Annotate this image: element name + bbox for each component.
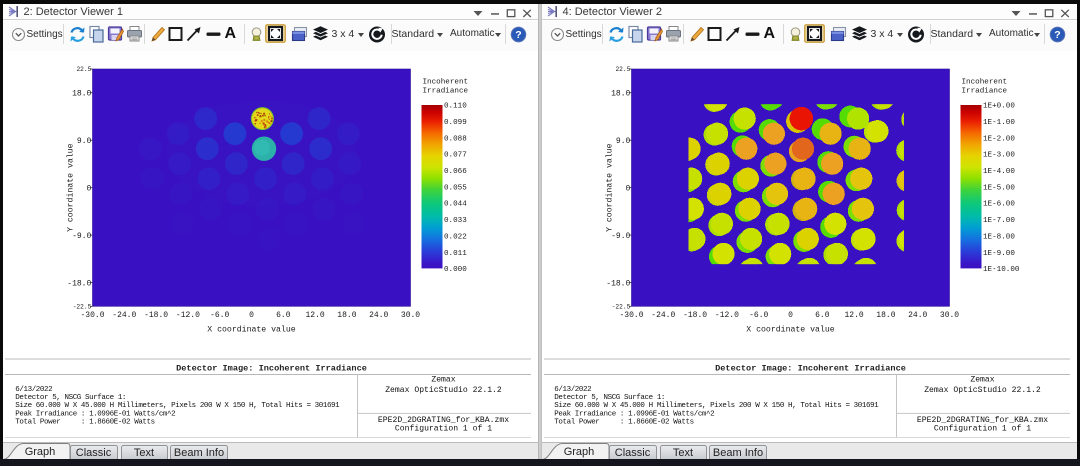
svg-text:Configuration 1 of 1: Configuration 1 of 1 bbox=[394, 424, 491, 433]
svg-text:0.033: 0.033 bbox=[444, 217, 467, 225]
svg-text:-30.0: -30.0 bbox=[80, 311, 104, 320]
svg-text:Graph: Graph bbox=[563, 446, 594, 458]
svg-text:-22.5: -22.5 bbox=[611, 304, 630, 311]
svg-text:0.000: 0.000 bbox=[444, 266, 467, 274]
svg-text:9.0: 9.0 bbox=[615, 137, 630, 146]
svg-text:Irradiance: Irradiance bbox=[961, 88, 1007, 96]
svg-text:6/13/2022: 6/13/2022 bbox=[554, 386, 591, 394]
svg-text:-12.0: -12.0 bbox=[175, 311, 199, 320]
svg-text:1E-7.00: 1E-7.00 bbox=[983, 217, 1015, 225]
svg-text:1E-6.00: 1E-6.00 bbox=[983, 201, 1015, 209]
svg-text:24.0: 24.0 bbox=[369, 311, 388, 320]
svg-text:Detector Image: Incoherent Irr: Detector Image: Incoherent Irradiance bbox=[176, 364, 367, 374]
svg-text:Y coordinate value: Y coordinate value bbox=[65, 143, 75, 232]
svg-text:0: 0 bbox=[788, 311, 793, 320]
svg-text:-24.0: -24.0 bbox=[651, 311, 675, 320]
svg-text:0.077: 0.077 bbox=[444, 152, 467, 160]
svg-text:1E-2.00: 1E-2.00 bbox=[983, 135, 1015, 143]
svg-text:30.0: 30.0 bbox=[400, 311, 419, 320]
svg-text:1E-8.00: 1E-8.00 bbox=[983, 233, 1015, 241]
svg-text:22.5: 22.5 bbox=[615, 66, 630, 73]
svg-text:1E-1.00: 1E-1.00 bbox=[983, 119, 1015, 127]
svg-text:0.110: 0.110 bbox=[444, 103, 467, 111]
svg-text:Incoherent: Incoherent bbox=[961, 79, 1007, 87]
svg-text:18.0: 18.0 bbox=[72, 90, 91, 99]
svg-text:Detector 5, NSCG Surface 1:: Detector 5, NSCG Surface 1: bbox=[554, 394, 665, 402]
svg-text:18.0: 18.0 bbox=[876, 311, 895, 320]
svg-text:0.022: 0.022 bbox=[444, 233, 467, 241]
svg-text:18.0: 18.0 bbox=[337, 311, 356, 320]
svg-text:Peak Irradiance : 1.0996E-01 W: Peak Irradiance : 1.0996E-01 Watts/cm^2 bbox=[15, 409, 175, 418]
svg-text:-22.5: -22.5 bbox=[72, 304, 91, 311]
svg-text:Total Power : 1.8660E-02 W: Total Power : 1.8660E-02 Watts bbox=[15, 418, 154, 426]
svg-text:Incoherent: Incoherent bbox=[422, 79, 468, 87]
svg-text:-9.0: -9.0 bbox=[611, 232, 630, 241]
svg-text:-18.0: -18.0 bbox=[144, 311, 168, 320]
svg-text:Total Power : 1.8660E-02 W: Total Power : 1.8660E-02 Watts bbox=[554, 418, 693, 426]
svg-text:0.011: 0.011 bbox=[444, 250, 467, 258]
svg-text:Y coordinate value: Y coordinate value bbox=[604, 143, 614, 232]
svg-text:Zemax OpticStudio 22.1.2: Zemax OpticStudio 22.1.2 bbox=[924, 386, 1041, 395]
svg-text:9.0: 9.0 bbox=[76, 137, 91, 146]
svg-text:-18.0: -18.0 bbox=[67, 279, 91, 288]
svg-text:Size 60.000 W X 45.000 H Milli: Size 60.000 W X 45.000 H Millimeters, Pi… bbox=[15, 402, 340, 410]
svg-text:Configuration 1 of 1: Configuration 1 of 1 bbox=[933, 424, 1030, 433]
svg-text:0: 0 bbox=[625, 185, 630, 194]
svg-text:6.0: 6.0 bbox=[276, 311, 291, 320]
svg-text:X coordinate value: X coordinate value bbox=[207, 324, 296, 334]
svg-text:6.0: 6.0 bbox=[815, 311, 830, 320]
svg-text:-6.0: -6.0 bbox=[210, 311, 229, 320]
svg-text:Zemax: Zemax bbox=[970, 376, 994, 385]
svg-text:-18.0: -18.0 bbox=[606, 279, 630, 288]
svg-text:0.055: 0.055 bbox=[444, 184, 467, 192]
svg-text:Peak Irradiance : 1.0996E-01 W: Peak Irradiance : 1.0996E-01 Watts/cm^2 bbox=[554, 409, 714, 418]
svg-text:18.0: 18.0 bbox=[611, 90, 630, 99]
svg-text:1E-9.00: 1E-9.00 bbox=[983, 250, 1015, 258]
svg-text:12.0: 12.0 bbox=[305, 311, 324, 320]
svg-text:-6.0: -6.0 bbox=[749, 311, 768, 320]
svg-text:Graph: Graph bbox=[24, 446, 55, 458]
svg-text:-30.0: -30.0 bbox=[619, 311, 643, 320]
svg-text:1E-3.00: 1E-3.00 bbox=[983, 152, 1015, 160]
svg-text:24.0: 24.0 bbox=[908, 311, 927, 320]
svg-text:0.088: 0.088 bbox=[444, 135, 467, 143]
svg-text:Zemax: Zemax bbox=[431, 376, 455, 385]
svg-text:6/13/2022: 6/13/2022 bbox=[15, 386, 52, 394]
svg-text:Size 60.000 W X 45.000 H Milli: Size 60.000 W X 45.000 H Millimeters, Pi… bbox=[554, 402, 879, 410]
svg-text:0: 0 bbox=[249, 311, 254, 320]
svg-text:1E-4.00: 1E-4.00 bbox=[983, 168, 1015, 176]
svg-text:-24.0: -24.0 bbox=[112, 311, 136, 320]
svg-text:1E-5.00: 1E-5.00 bbox=[983, 184, 1015, 192]
svg-text:0.044: 0.044 bbox=[444, 201, 467, 209]
svg-text:Zemax OpticStudio 22.1.2: Zemax OpticStudio 22.1.2 bbox=[385, 386, 502, 395]
svg-text:X coordinate value: X coordinate value bbox=[746, 324, 835, 334]
svg-text:-9.0: -9.0 bbox=[72, 232, 91, 241]
svg-text:0: 0 bbox=[86, 185, 91, 194]
svg-text:-12.0: -12.0 bbox=[714, 311, 738, 320]
svg-text:1E+0.00: 1E+0.00 bbox=[983, 103, 1015, 111]
svg-text:-18.0: -18.0 bbox=[683, 311, 707, 320]
svg-text:0.099: 0.099 bbox=[444, 119, 467, 127]
svg-text:0.066: 0.066 bbox=[444, 168, 467, 176]
svg-text:1E-10.00: 1E-10.00 bbox=[983, 266, 1020, 274]
svg-text:Irradiance: Irradiance bbox=[422, 88, 468, 96]
svg-text:22.5: 22.5 bbox=[76, 66, 91, 73]
svg-text:Detector Image: Incoherent Irr: Detector Image: Incoherent Irradiance bbox=[715, 364, 906, 374]
svg-text:12.0: 12.0 bbox=[844, 311, 863, 320]
svg-text:30.0: 30.0 bbox=[939, 311, 958, 320]
svg-text:Detector 5, NSCG Surface 1:: Detector 5, NSCG Surface 1: bbox=[15, 394, 126, 402]
